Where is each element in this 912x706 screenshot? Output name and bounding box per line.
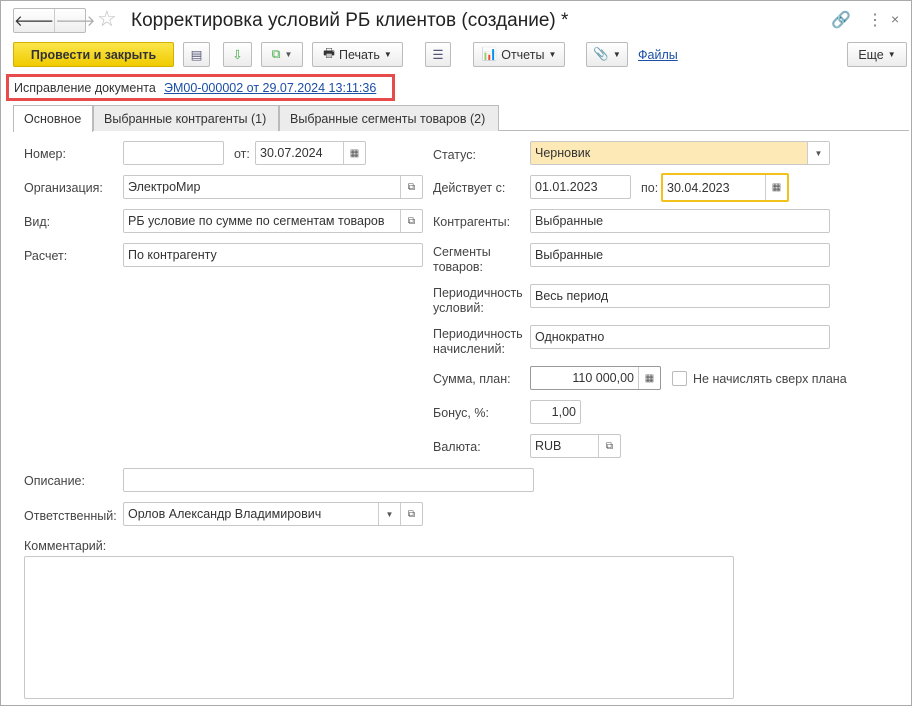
post-button[interactable]: ⇩ <box>223 42 252 67</box>
page-title: Корректировка условий РБ клиентов (созда… <box>131 10 569 31</box>
date-value: 30.07.2024 <box>260 146 323 160</box>
kind-value: РБ условие по сумме по сегментам товаров <box>128 214 385 228</box>
close-icon[interactable]: × <box>891 11 899 27</box>
calendar-icon[interactable]: ▦ <box>765 175 787 200</box>
correction-link[interactable]: ЭМ00-000002 от 29.07.2024 13:11:36 <box>164 81 376 95</box>
date-input[interactable]: 30.07.2024 ▦ <box>255 141 366 165</box>
accr-input[interactable]: Однократно <box>530 325 830 349</box>
from-input[interactable]: 01.01.2023 <box>530 175 631 199</box>
no-over-label: Не начислять сверх плана <box>693 372 847 386</box>
calc-input[interactable]: По контрагенту <box>123 243 423 267</box>
tab-segments[interactable]: Выбранные сегменты товаров (2) <box>279 105 499 131</box>
to-label: по: <box>641 181 659 195</box>
cur-value: RUB <box>535 439 562 453</box>
structure-button[interactable]: ☰ <box>425 42 451 67</box>
sum-input[interactable]: 110 000,00 ▦ <box>530 366 661 390</box>
from-value: 01.01.2023 <box>535 180 598 194</box>
cond-input[interactable]: Весь период <box>530 284 830 308</box>
favorite-star-icon[interactable]: ☆ <box>97 6 117 32</box>
bonus-label: Бонус, %: <box>433 406 489 420</box>
org-input[interactable]: ЭлектроМир ⧉ <box>123 175 423 199</box>
chevron-down-icon[interactable]: ▼ <box>807 142 829 164</box>
to-value: 30.04.2023 <box>667 180 730 195</box>
accr-label: Периодичность начислений: <box>433 327 523 356</box>
open-icon[interactable]: ⧉ <box>400 503 422 525</box>
from-label: Действует с: <box>433 181 506 195</box>
tab-main[interactable]: Основное <box>13 105 93 132</box>
resp-label: Ответственный: <box>24 509 117 523</box>
chevron-down-icon[interactable]: ▼ <box>378 503 400 525</box>
attach-button[interactable]: 📎 ▼ <box>586 42 628 67</box>
comment-textarea[interactable] <box>24 556 734 699</box>
calendar-icon[interactable]: ▦ <box>343 142 365 164</box>
paperclip-icon: 📎 <box>593 47 609 61</box>
more-button[interactable]: Еще ▼ <box>847 42 907 67</box>
nav-buttons: 🡐 🡒 <box>13 8 95 33</box>
calc-label: Расчет: <box>24 249 68 263</box>
calc-value: По контрагенту <box>128 248 217 262</box>
status-value: Черновик <box>535 146 591 160</box>
print-label: Печать <box>338 47 380 62</box>
post-icon: ⇩ <box>232 48 243 62</box>
partners-label: Контрагенты: <box>433 215 511 229</box>
segments-value: Выбранные <box>535 248 604 262</box>
cur-label: Валюта: <box>433 440 481 454</box>
kind-label: Вид: <box>24 215 51 229</box>
open-icon[interactable]: ⧉ <box>598 435 620 457</box>
list-icon: ☰ <box>432 48 444 62</box>
calculator-icon[interactable]: ▦ <box>638 367 660 389</box>
back-button[interactable]: 🡐 <box>14 9 56 32</box>
more-menu-icon[interactable]: ⋮ <box>867 10 883 30</box>
cond-label: Периодичность условий: <box>433 286 523 315</box>
comment-label: Комментарий: <box>24 539 107 553</box>
number-input[interactable] <box>123 141 224 165</box>
files-link[interactable]: Файлы <box>638 48 678 62</box>
desc-input[interactable] <box>123 468 534 492</box>
more-label: Еще <box>858 47 884 62</box>
cur-input[interactable]: RUB ⧉ <box>530 434 621 458</box>
save-button[interactable]: ▤ <box>183 42 210 67</box>
no-over-checkbox[interactable] <box>672 371 687 386</box>
sum-value: 110 000,00 <box>572 371 634 385</box>
partners-value: Выбранные <box>535 214 604 228</box>
segments-label: Сегменты товаров: <box>433 245 491 274</box>
open-icon[interactable]: ⧉ <box>400 176 422 198</box>
correction-label: Исправление документа <box>14 81 156 95</box>
accr-value: Однократно <box>535 330 605 344</box>
resp-value: Орлов Александр Владимирович <box>128 507 322 521</box>
report-icon: 📊 <box>481 47 498 61</box>
bonus-value: 1,00 <box>551 405 576 419</box>
tab-partners[interactable]: Выбранные контрагенты (1) <box>93 105 279 131</box>
number-label: Номер: <box>24 147 66 161</box>
date-label: от: <box>234 147 250 161</box>
segments-input[interactable]: Выбранные <box>530 243 830 267</box>
kind-input[interactable]: РБ условие по сумме по сегментам товаров… <box>123 209 423 233</box>
org-label: Организация: <box>24 181 103 195</box>
save-icon: ▤ <box>190 48 203 62</box>
desc-label: Описание: <box>24 474 85 488</box>
printer-icon: 🖶 <box>323 46 335 60</box>
org-value: ЭлектроМир <box>128 180 201 194</box>
create-based-button[interactable]: ⧉ ▼ <box>261 42 303 67</box>
link-icon[interactable]: 🔗 <box>831 10 851 30</box>
forward-button[interactable]: 🡒 <box>55 9 95 32</box>
reports-button[interactable]: 📊 Отчеты ▼ <box>473 42 565 67</box>
post-close-button[interactable]: Провести и закрыть <box>13 42 174 67</box>
form-window: 🡐 🡒 ☆ Корректировка условий РБ клиентов … <box>0 0 912 706</box>
cond-value: Весь период <box>535 289 609 303</box>
bonus-input[interactable]: 1,00 <box>530 400 581 424</box>
status-select[interactable]: Черновик ▼ <box>530 141 830 165</box>
resp-input[interactable]: Орлов Александр Владимирович ▼ ⧉ <box>123 502 423 526</box>
sum-label: Сумма, план: <box>433 372 511 386</box>
create-based-icon: ⧉ <box>271 47 281 61</box>
to-input[interactable]: 30.04.2023 ▦ <box>661 173 789 202</box>
partners-input[interactable]: Выбранные <box>530 209 830 233</box>
status-label: Статус: <box>433 148 476 162</box>
reports-label: Отчеты <box>501 47 545 62</box>
open-icon[interactable]: ⧉ <box>400 210 422 232</box>
print-button[interactable]: 🖶 Печать ▼ <box>312 42 403 67</box>
